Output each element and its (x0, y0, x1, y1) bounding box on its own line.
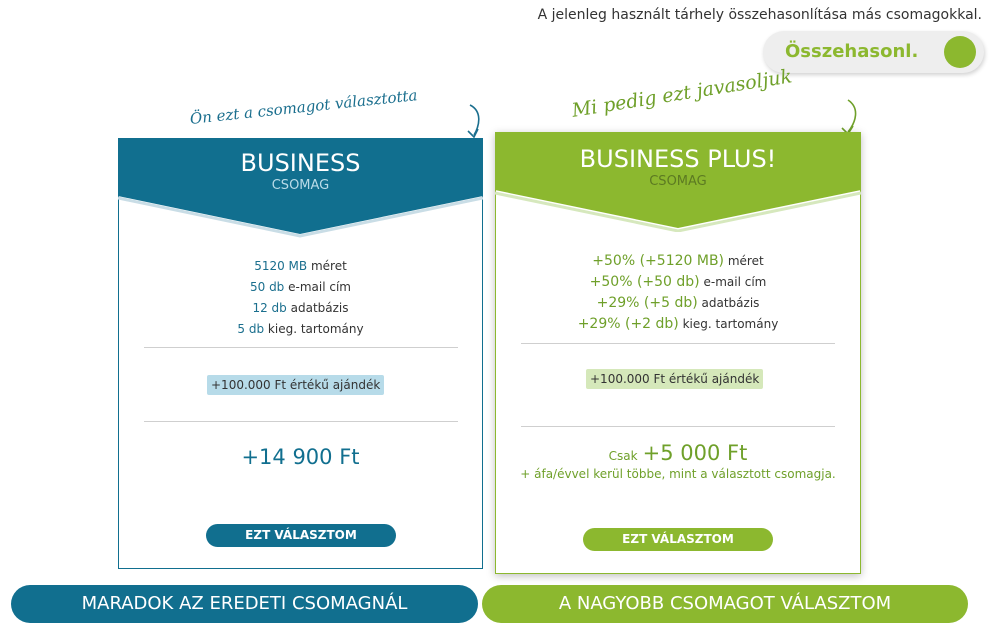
gift-badge: +100.000 Ft értékű ajándék (586, 369, 764, 389)
feature-label: méret (727, 254, 764, 268)
feature-email: +50% (+50 db) e-mail cím (496, 275, 860, 289)
divider (144, 347, 458, 348)
feature-label: adatbázis (290, 301, 349, 315)
plan-subtitle: CSOMAG (271, 178, 330, 193)
choose-bigger-plan-button[interactable]: A NAGYOBB CSOMAGOT VÁLASZTOM (482, 585, 968, 623)
current-choice-annotation: Ön ezt a csomagot választotta (189, 86, 419, 128)
recommended-plan-card: BUSINESS PLUS! CSOMAG +50% (+5120 MB) mé… (495, 132, 861, 574)
gift-badge: +100.000 Ft értékű ajándék (207, 375, 385, 395)
plan-title: BUSINESS PLUS! (579, 145, 777, 173)
plan-title: BUSINESS (240, 149, 361, 177)
compare-toggle[interactable]: Összehasonl. (763, 31, 984, 73)
feature-value: +50% (+50 db) (589, 274, 700, 290)
compare-note: A jelenleg használt tárhely összehasonlí… (537, 7, 982, 23)
price-amount: +5 000 Ft (642, 441, 748, 465)
feature-email: 50 db e-mail cím (119, 281, 482, 293)
feature-database: +29% (+5 db) adatbázis (496, 296, 860, 310)
feature-label: kieg. tartomány (267, 322, 364, 336)
price-prefix: Csak (608, 449, 638, 463)
recommended-annotation: Mi pedig ezt javasoljuk (570, 65, 794, 122)
feature-value: +50% (+5120 MB) (592, 253, 725, 269)
divider (521, 343, 835, 344)
feature-value: 5 db (237, 322, 265, 336)
feature-value: 12 db (252, 301, 287, 315)
feature-size: 5120 MB méret (119, 260, 482, 272)
feature-domain: 5 db kieg. tartomány (119, 323, 482, 335)
feature-label: adatbázis (701, 296, 760, 310)
feature-label: méret (310, 259, 347, 273)
feature-size: +50% (+5120 MB) méret (496, 254, 860, 268)
plan-price: Csak +5 000 Ft (495, 441, 861, 465)
feature-label: kieg. tartomány (682, 317, 779, 331)
divider (521, 426, 835, 427)
select-current-button[interactable]: EZT VÁLASZTOM (206, 524, 396, 547)
plan-price: +14 900 Ft (241, 445, 360, 469)
feature-value: +29% (+5 db) (596, 295, 698, 311)
feature-label: e-mail cím (703, 275, 767, 289)
feature-value: 5120 MB (254, 259, 308, 273)
price-note: + áfa/évvel kerül többe, mint a választo… (520, 467, 836, 481)
divider (144, 421, 458, 422)
feature-domain: +29% (+2 db) kieg. tartomány (496, 317, 860, 331)
compare-toggle-label: Összehasonl. (785, 41, 919, 62)
feature-value: 50 db (249, 280, 285, 294)
stay-with-original-button[interactable]: MARADOK AZ EREDETI CSOMAGNÁL (11, 585, 478, 623)
arrow-down-icon (467, 104, 480, 139)
plan-subtitle: CSOMAG (649, 174, 707, 189)
toggle-knob[interactable] (944, 36, 976, 68)
feature-label: e-mail cím (288, 280, 351, 294)
select-recommended-button[interactable]: EZT VÁLASZTOM (583, 528, 773, 551)
current-plan-card: BUSINESS CSOMAG 5120 MB méret 50 db e-ma… (118, 138, 483, 569)
feature-database: 12 db adatbázis (119, 302, 482, 314)
feature-value: +29% (+2 db) (577, 316, 679, 332)
